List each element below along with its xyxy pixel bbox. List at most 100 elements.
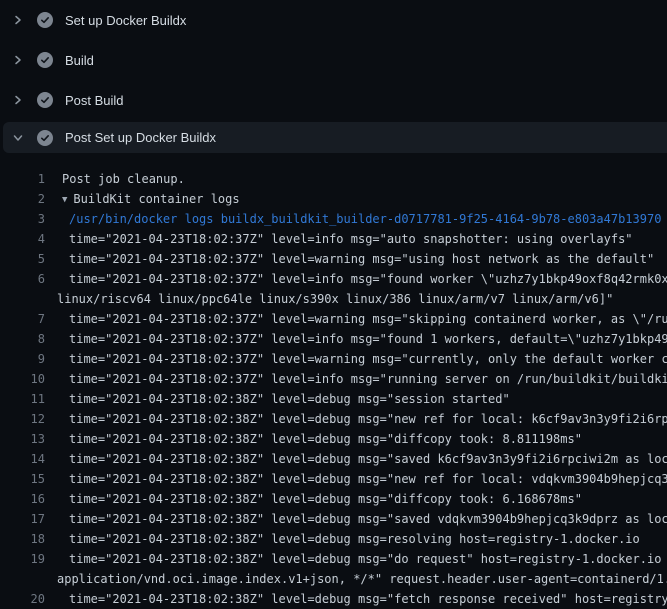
log-text-content: time="2021-04-23T18:02:37Z" level=warnin… <box>69 312 667 326</box>
log-text-content: time="2021-04-23T18:02:37Z" level=info m… <box>69 232 633 246</box>
log-text-content: BuildKit container logs <box>73 192 239 206</box>
log-text-content: time="2021-04-23T18:02:38Z" level=debug … <box>69 412 667 426</box>
log-text-content: time="2021-04-23T18:02:38Z" level=debug … <box>69 432 582 446</box>
line-number[interactable] <box>0 569 45 589</box>
log-row: 10 time="2021-04-23T18:02:37Z" level=inf… <box>0 369 667 389</box>
log-text-content: application/vnd.oci.image.index.v1+json,… <box>57 572 667 586</box>
chevron-right-icon <box>13 15 23 25</box>
log-text: time="2021-04-23T18:02:37Z" level=info m… <box>69 269 667 289</box>
log-row: application/vnd.oci.image.index.v1+json,… <box>0 569 667 589</box>
log-row: 13 time="2021-04-23T18:02:38Z" level=deb… <box>0 429 667 449</box>
step-row-2[interactable]: Post Build <box>0 80 667 120</box>
line-number[interactable]: 11 <box>0 389 45 409</box>
log-text: time="2021-04-23T18:02:38Z" level=debug … <box>69 509 667 529</box>
log-text-content: time="2021-04-23T18:02:37Z" level=info m… <box>69 272 667 286</box>
log-text-content: /usr/bin/docker logs buildx_buildkit_bui… <box>69 212 661 226</box>
log-row: 3 /usr/bin/docker logs buildx_buildkit_b… <box>0 209 667 229</box>
log-text: time="2021-04-23T18:02:38Z" level=debug … <box>69 389 510 409</box>
log-row: 1 Post job cleanup. <box>0 169 667 189</box>
log-text-content: time="2021-04-23T18:02:37Z" level=warnin… <box>69 352 667 366</box>
line-number[interactable]: 8 <box>0 329 45 349</box>
log-text-content: time="2021-04-23T18:02:38Z" level=debug … <box>69 452 667 466</box>
chevron-right-icon <box>13 95 23 105</box>
log-text-content: time="2021-04-23T18:02:38Z" level=debug … <box>69 392 510 406</box>
log-text-content: time="2021-04-23T18:02:38Z" level=debug … <box>69 552 667 566</box>
log-text-content: Post job cleanup. <box>62 172 185 186</box>
log-row: 8 time="2021-04-23T18:02:37Z" level=info… <box>0 329 667 349</box>
log-row: 11 time="2021-04-23T18:02:38Z" level=deb… <box>0 389 667 409</box>
chevron-down-icon <box>13 133 23 143</box>
line-number[interactable]: 12 <box>0 409 45 429</box>
log-row: 14 time="2021-04-23T18:02:38Z" level=deb… <box>0 449 667 469</box>
line-number[interactable]: 15 <box>0 469 45 489</box>
line-number[interactable]: 13 <box>0 429 45 449</box>
step-row-0[interactable]: Set up Docker Buildx <box>0 0 667 40</box>
log-text: time="2021-04-23T18:02:38Z" level=debug … <box>69 449 667 469</box>
line-number[interactable]: 19 <box>0 549 45 569</box>
line-number[interactable]: 10 <box>0 369 45 389</box>
log-row: 12 time="2021-04-23T18:02:38Z" level=deb… <box>0 409 667 429</box>
line-number[interactable]: 7 <box>0 309 45 329</box>
log-row: 15 time="2021-04-23T18:02:38Z" level=deb… <box>0 469 667 489</box>
log-text-content: linux/riscv64 linux/ppc64le linux/s390x … <box>57 292 613 306</box>
log-row: 9 time="2021-04-23T18:02:37Z" level=warn… <box>0 349 667 369</box>
step-label: Set up Docker Buildx <box>65 13 186 28</box>
log-row: 5 time="2021-04-23T18:02:37Z" level=warn… <box>0 249 667 269</box>
log-text-content: time="2021-04-23T18:02:38Z" level=debug … <box>69 512 667 526</box>
line-number[interactable]: 1 <box>0 169 45 189</box>
log-row: 19 time="2021-04-23T18:02:38Z" level=deb… <box>0 549 667 569</box>
log-text: time="2021-04-23T18:02:38Z" level=debug … <box>69 429 582 449</box>
log-row: 16 time="2021-04-23T18:02:38Z" level=deb… <box>0 489 667 509</box>
line-number[interactable]: 18 <box>0 529 45 549</box>
log-text: time="2021-04-23T18:02:37Z" level=info m… <box>69 229 633 249</box>
log-text-content: time="2021-04-23T18:02:37Z" level=info m… <box>69 372 667 386</box>
log-text-content: time="2021-04-23T18:02:38Z" level=debug … <box>69 592 667 606</box>
log-row: 4 time="2021-04-23T18:02:37Z" level=info… <box>0 229 667 249</box>
step-row-1[interactable]: Build <box>0 40 667 80</box>
line-number[interactable]: 2 <box>0 189 45 209</box>
log-text: application/vnd.oci.image.index.v1+json,… <box>57 569 667 589</box>
log-text-content: time="2021-04-23T18:02:38Z" level=debug … <box>69 532 640 546</box>
line-number[interactable]: 9 <box>0 349 45 369</box>
step-label: Build <box>65 53 94 68</box>
chevron-right-icon <box>13 55 23 65</box>
log-text: time="2021-04-23T18:02:38Z" level=debug … <box>69 469 667 489</box>
log-text: time="2021-04-23T18:02:38Z" level=debug … <box>69 409 667 429</box>
line-number[interactable]: 4 <box>0 229 45 249</box>
line-number[interactable]: 6 <box>0 269 45 289</box>
step-label: Post Build <box>65 93 124 108</box>
step-label: Post Set up Docker Buildx <box>65 130 216 145</box>
check-circle-icon <box>37 92 53 108</box>
log-text-content: time="2021-04-23T18:02:37Z" level=warnin… <box>69 252 654 266</box>
check-circle-icon <box>37 130 53 146</box>
line-number[interactable] <box>0 289 45 309</box>
log-row: 2 ▼ BuildKit container logs <box>0 189 667 209</box>
log-text: time="2021-04-23T18:02:38Z" level=debug … <box>69 549 667 569</box>
line-number[interactable]: 20 <box>0 589 45 609</box>
check-circle-icon <box>37 52 53 68</box>
log-row: 6 time="2021-04-23T18:02:37Z" level=info… <box>0 269 667 289</box>
step-row-3[interactable]: Post Set up Docker Buildx <box>3 122 667 153</box>
log-text: ▼ BuildKit container logs <box>62 189 240 209</box>
log-text: time="2021-04-23T18:02:38Z" level=debug … <box>69 489 582 509</box>
log-text: /usr/bin/docker logs buildx_buildkit_bui… <box>69 209 661 229</box>
log-text: time="2021-04-23T18:02:38Z" level=debug … <box>69 589 667 609</box>
line-number[interactable]: 17 <box>0 509 45 529</box>
check-circle-icon <box>37 12 53 28</box>
line-number[interactable]: 14 <box>0 449 45 469</box>
log-row: 18 time="2021-04-23T18:02:38Z" level=deb… <box>0 529 667 549</box>
log-row: 17 time="2021-04-23T18:02:38Z" level=deb… <box>0 509 667 529</box>
line-number[interactable]: 3 <box>0 209 45 229</box>
log-area: 1 Post job cleanup. 2 ▼ BuildKit containe… <box>0 153 667 609</box>
log-text: time="2021-04-23T18:02:37Z" level=warnin… <box>69 309 667 329</box>
log-text: Post job cleanup. <box>62 169 185 189</box>
log-text-content: time="2021-04-23T18:02:38Z" level=debug … <box>69 472 667 486</box>
log-text: time="2021-04-23T18:02:37Z" level=warnin… <box>69 249 654 269</box>
log-text: time="2021-04-23T18:02:37Z" level=info m… <box>69 329 667 349</box>
log-text: time="2021-04-23T18:02:37Z" level=info m… <box>69 369 667 389</box>
group-toggle-icon[interactable]: ▼ <box>62 195 67 205</box>
log-row: 20 time="2021-04-23T18:02:38Z" level=deb… <box>0 589 667 609</box>
line-number[interactable]: 16 <box>0 489 45 509</box>
log-text: time="2021-04-23T18:02:37Z" level=warnin… <box>69 349 667 369</box>
line-number[interactable]: 5 <box>0 249 45 269</box>
